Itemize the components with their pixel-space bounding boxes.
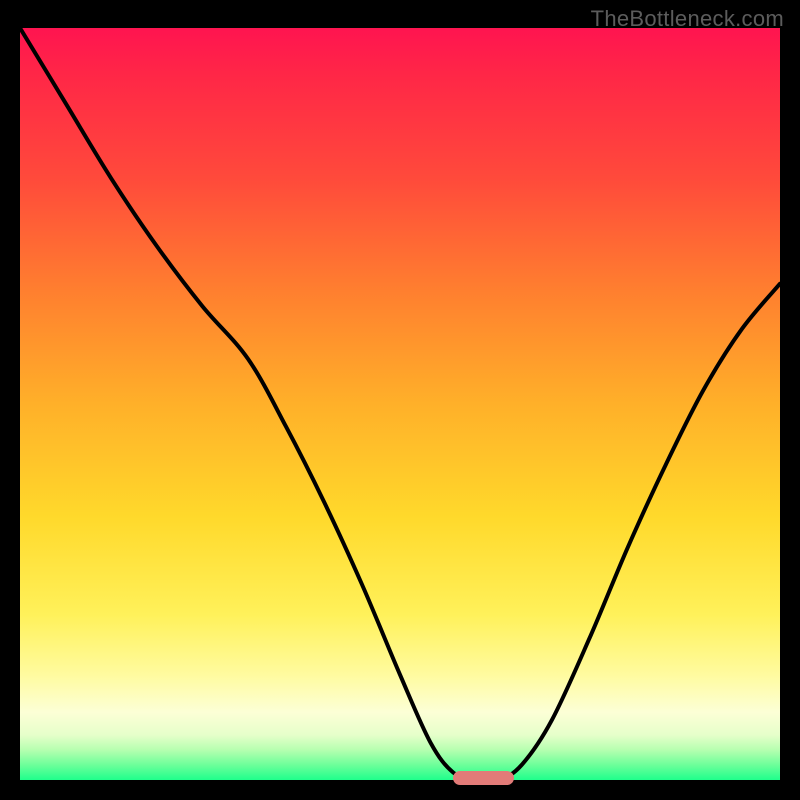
watermark-text: TheBottleneck.com: [591, 6, 784, 32]
optimal-range-marker: [453, 771, 514, 785]
bottleneck-curve: [20, 28, 780, 780]
chart-frame: TheBottleneck.com: [0, 0, 800, 800]
curve-svg: [20, 28, 780, 780]
plot-area: [20, 28, 780, 780]
